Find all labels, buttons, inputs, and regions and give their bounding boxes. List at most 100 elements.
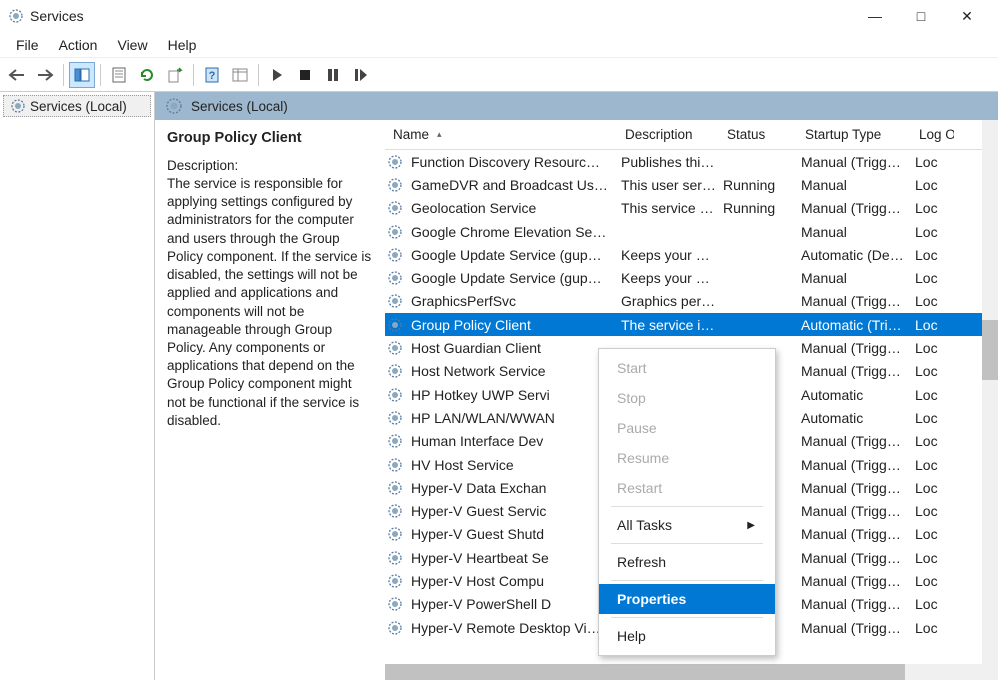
service-name: Google Update Service (gup… <box>411 247 602 263</box>
window-close-button[interactable]: ✕ <box>944 0 990 32</box>
toolbar-column-button[interactable] <box>227 62 253 88</box>
service-icon <box>387 480 403 496</box>
service-row[interactable]: Google Update Service (gup…Keeps your …M… <box>385 266 998 289</box>
toolbar-export-button[interactable] <box>162 62 188 88</box>
services-icon <box>165 97 183 115</box>
service-description: Graphics per… <box>621 293 715 309</box>
service-row[interactable]: Google Chrome Elevation Se…ManualLoc <box>385 220 998 243</box>
service-row[interactable]: GameDVR and Broadcast Us… This user ser… R… <box>385 173 998 196</box>
context-menu-restart: Restart <box>599 473 775 503</box>
toolbar-restart-button[interactable] <box>348 62 374 88</box>
service-startup-type: Manual (Trigg… <box>801 503 901 519</box>
context-menu-refresh[interactable]: Refresh <box>599 547 775 577</box>
service-status: Running <box>723 177 775 193</box>
service-icon <box>387 293 403 309</box>
service-row[interactable]: GraphicsPerfSvcGraphics per…Manual (Trig… <box>385 290 998 313</box>
toolbar: ? <box>0 58 998 92</box>
window-minimize-button[interactable]: — <box>852 0 898 32</box>
menu-view[interactable]: View <box>107 34 157 56</box>
service-icon <box>387 224 403 240</box>
service-startup-type: Manual (Trigg… <box>801 154 901 170</box>
service-logon: Loc <box>915 177 938 193</box>
service-logon: Loc <box>915 363 938 379</box>
tree-item-services-local[interactable]: Services (Local) <box>3 95 151 117</box>
service-logon: Loc <box>915 457 938 473</box>
app-icon <box>8 8 24 24</box>
content-header-title: Services (Local) <box>191 99 288 114</box>
context-menu-resume: Resume <box>599 443 775 473</box>
service-name: Host Guardian Client <box>411 340 541 356</box>
list-header: Name▴ Description Status Startup Type Lo… <box>385 120 998 150</box>
service-startup-type: Manual (Trigg… <box>801 550 901 566</box>
service-name: Hyper-V Guest Servic <box>411 503 546 519</box>
service-startup-type: Manual (Trigg… <box>801 340 901 356</box>
toolbar-showhide-tree-button[interactable] <box>69 62 95 88</box>
service-name: Hyper-V Heartbeat Se <box>411 550 549 566</box>
service-icon <box>387 317 403 333</box>
service-icon <box>387 526 403 542</box>
toolbar-refresh-button[interactable] <box>134 62 160 88</box>
column-header-status[interactable]: Status <box>719 120 797 149</box>
toolbar-start-button[interactable] <box>264 62 290 88</box>
service-logon: Loc <box>915 247 938 263</box>
service-name: Geolocation Service <box>411 200 536 216</box>
sort-ascending-icon: ▴ <box>437 129 442 140</box>
service-row[interactable]: Google Update Service (gup…Keeps your …A… <box>385 243 998 266</box>
toolbar-help-button[interactable]: ? <box>199 62 225 88</box>
window-maximize-button[interactable]: □ <box>898 0 944 32</box>
service-name: Hyper-V Remote Desktop Vi… <box>411 620 601 636</box>
service-description: This user ser… <box>621 177 716 193</box>
service-logon: Loc <box>915 317 938 333</box>
service-logon: Loc <box>915 480 938 496</box>
window-title: Services <box>30 8 852 24</box>
toolbar-pause-button[interactable] <box>320 62 346 88</box>
column-header-startup-type[interactable]: Startup Type <box>797 120 911 149</box>
context-menu-help[interactable]: Help <box>599 621 775 651</box>
service-startup-type: Manual (Trigg… <box>801 200 901 216</box>
service-logon: Loc <box>915 550 938 566</box>
service-startup-type: Manual (Trigg… <box>801 363 901 379</box>
context-menu: Start Stop Pause Resume Restart All Task… <box>598 348 776 656</box>
menu-help[interactable]: Help <box>158 34 207 56</box>
service-row[interactable]: Function Discovery Resourc…Publishes thi… <box>385 150 998 173</box>
service-startup-type: Automatic (De… <box>801 247 904 263</box>
service-logon: Loc <box>915 200 938 216</box>
menu-action[interactable]: Action <box>49 34 108 56</box>
service-icon <box>387 247 403 263</box>
column-header-logon[interactable]: Log On As <box>911 120 955 149</box>
horizontal-scrollbar[interactable] <box>385 664 982 680</box>
menu-file[interactable]: File <box>6 34 49 56</box>
column-header-name[interactable]: Name▴ <box>385 120 617 149</box>
context-menu-start: Start <box>599 353 775 383</box>
services-icon <box>10 98 26 114</box>
context-menu-stop: Stop <box>599 383 775 413</box>
service-logon: Loc <box>915 410 938 426</box>
service-name: Hyper-V Guest Shutd <box>411 526 544 542</box>
service-startup-type: Manual <box>801 177 847 193</box>
context-menu-properties[interactable]: Properties <box>599 584 775 614</box>
service-startup-type: Manual (Trigg… <box>801 620 901 636</box>
service-name: Hyper-V Data Exchan <box>411 480 546 496</box>
service-icon <box>387 363 403 379</box>
detail-description-label: Description: <box>167 158 373 173</box>
service-name: GameDVR and Broadcast Us… <box>411 177 608 193</box>
service-icon <box>387 433 403 449</box>
service-logon: Loc <box>915 224 938 240</box>
vertical-scrollbar[interactable] <box>982 120 998 680</box>
toolbar-forward-button[interactable] <box>32 62 58 88</box>
context-menu-all-tasks[interactable]: All Tasks▶ <box>599 510 775 540</box>
service-row[interactable]: Geolocation ServiceThis service …Running… <box>385 197 998 220</box>
service-startup-type: Automatic <box>801 410 863 426</box>
service-logon: Loc <box>915 503 938 519</box>
tree-pane: Services (Local) <box>0 92 155 680</box>
toolbar-back-button[interactable] <box>4 62 30 88</box>
service-name: Function Discovery Resourc… <box>411 154 600 170</box>
service-icon <box>387 340 403 356</box>
toolbar-properties-button[interactable] <box>106 62 132 88</box>
service-row[interactable]: Group Policy ClientThe service i…Automat… <box>385 313 998 336</box>
service-name: Host Network Service <box>411 363 546 379</box>
service-logon: Loc <box>915 387 938 403</box>
toolbar-stop-button[interactable] <box>292 62 318 88</box>
service-icon <box>387 177 403 193</box>
column-header-description[interactable]: Description <box>617 120 719 149</box>
